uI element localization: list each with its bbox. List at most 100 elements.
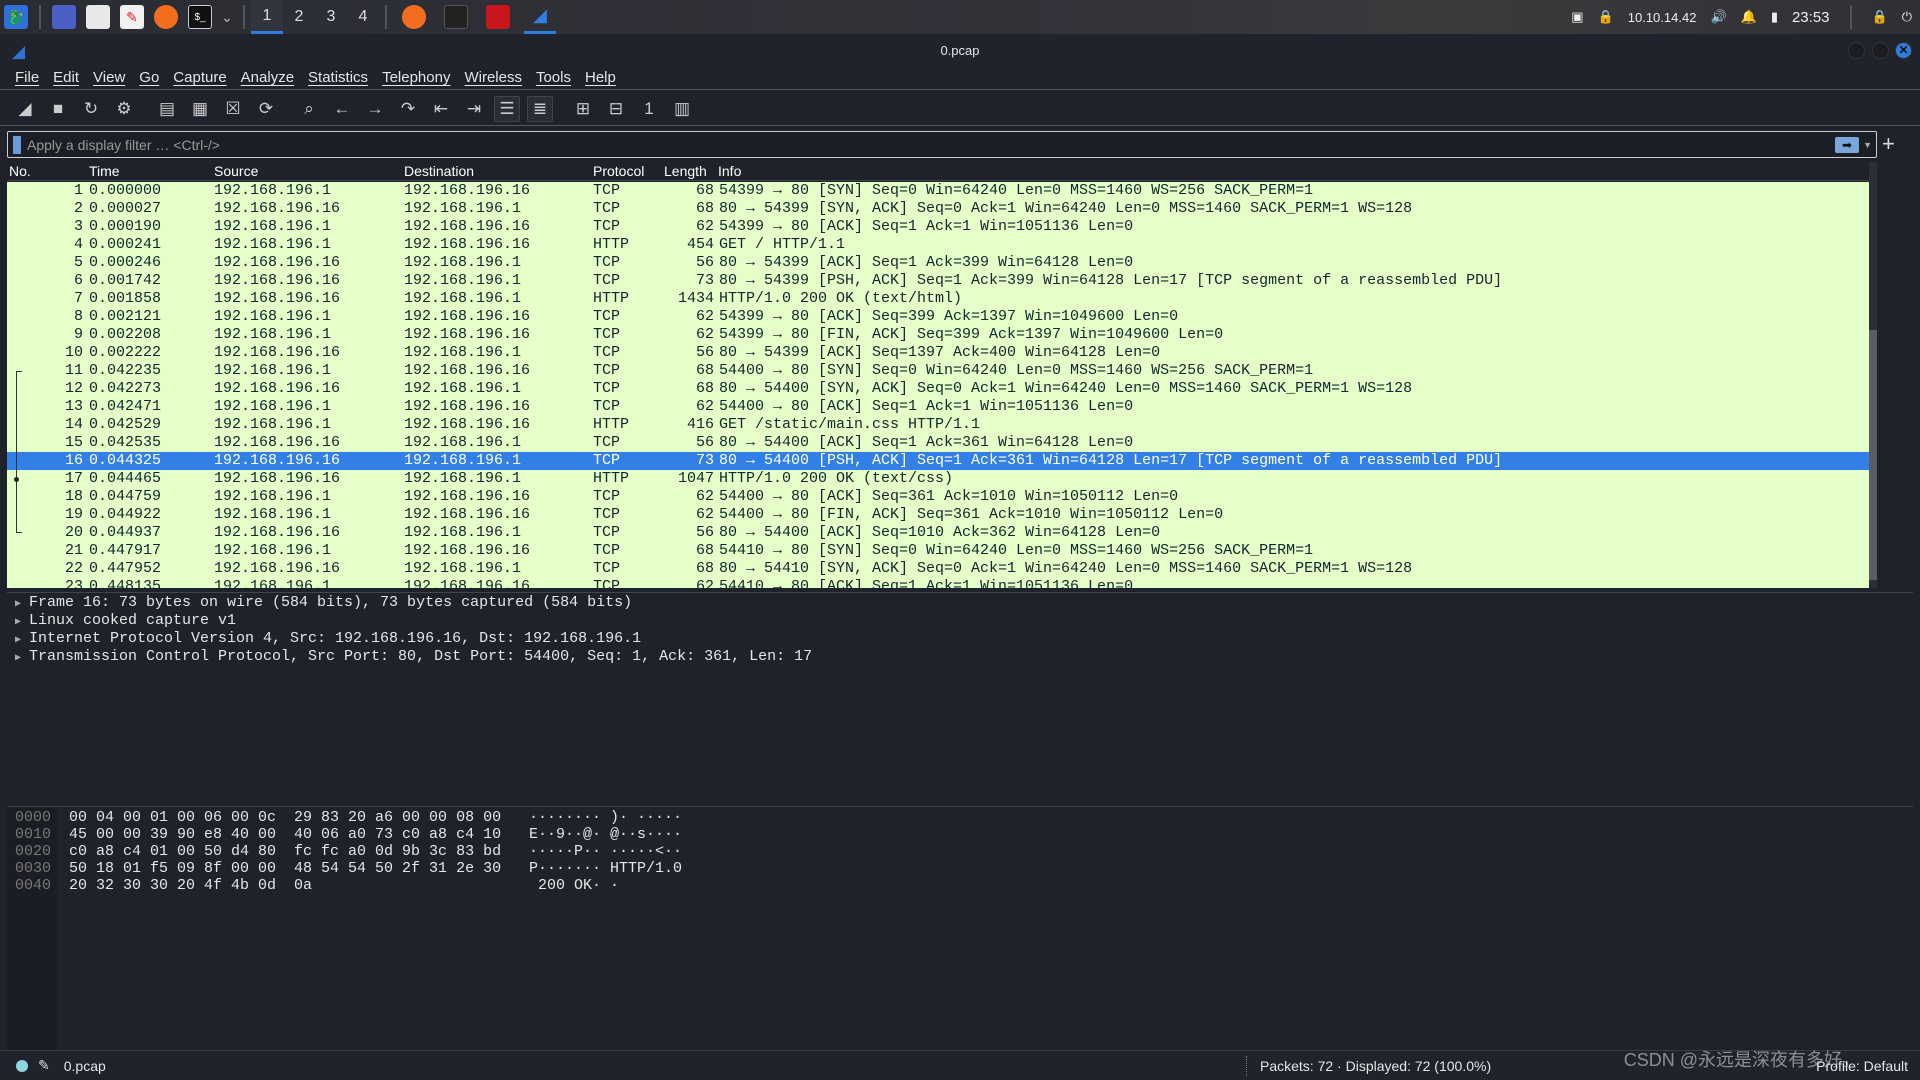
restart-icon[interactable]: ↻ — [78, 96, 104, 122]
hex-bytes[interactable]: 45 00 00 39 90 e8 40 00 40 06 a0 73 c0 a… — [69, 826, 501, 843]
hex-ascii[interactable]: E··9··@· @··s···· — [529, 826, 682, 843]
workspace-4[interactable]: 4 — [347, 0, 379, 34]
column-header-info[interactable]: Info — [718, 163, 741, 179]
packet-row[interactable]: 14 0.042529 192.168.196.1 192.168.196.16 HTT… — [7, 416, 1869, 434]
zoom-out-icon[interactable]: ⊟ — [603, 96, 629, 122]
minimize-button[interactable] — [1848, 42, 1865, 59]
battery-icon[interactable]: ▮ — [1771, 9, 1778, 25]
filter-history-dropdown-icon[interactable]: ▼ — [1863, 140, 1872, 150]
workspace-3[interactable]: 3 — [315, 0, 347, 34]
expert-info-indicator-icon[interactable] — [16, 1059, 28, 1072]
save-file-icon[interactable]: ▦ — [187, 96, 213, 122]
menu-go[interactable]: Go — [139, 69, 159, 86]
packet-row[interactable]: 19 0.044922 192.168.196.1 192.168.196.16 TCP… — [7, 506, 1869, 524]
expand-triangle-icon[interactable]: ▶ — [15, 650, 29, 668]
text-editor-icon[interactable]: ✎ — [120, 5, 144, 29]
column-header-length[interactable]: Length — [664, 163, 707, 179]
find-icon[interactable]: ⌕ — [296, 96, 322, 122]
vpn-lock-icon[interactable]: 🔒 — [1598, 9, 1614, 25]
menu-capture[interactable]: Capture — [173, 69, 226, 86]
back-arrow-icon[interactable]: ← — [329, 96, 355, 122]
add-filter-button[interactable]: + — [1882, 131, 1895, 157]
hex-offset[interactable]: 0010 — [15, 826, 51, 843]
packet-row[interactable]: 11 0.042235 192.168.196.1 192.168.196.16 TCP… — [7, 362, 1869, 380]
packet-row[interactable]: 18 0.044759 192.168.196.1 192.168.196.16 TCP… — [7, 488, 1869, 506]
hex-ascii[interactable]: 200 OK· · — [529, 877, 619, 894]
packet-row[interactable]: 9 0.002208 192.168.196.1 192.168.196.16 TCP 6… — [7, 326, 1869, 344]
menu-wireless[interactable]: Wireless — [464, 69, 522, 86]
kali-menu-icon[interactable]: 🐉 — [4, 5, 28, 29]
options-gear-icon[interactable]: ⚙ — [111, 96, 137, 122]
packet-row[interactable]: 21 0.447917 192.168.196.1 192.168.196.16 TCP… — [7, 542, 1869, 560]
resize-columns-icon[interactable]: ▥ — [669, 96, 695, 122]
go-to-packet-icon[interactable]: ↷ — [395, 96, 421, 122]
zoom-in-icon[interactable]: ⊞ — [570, 96, 596, 122]
open-file-icon[interactable]: ▤ — [154, 96, 180, 122]
hex-offset[interactable]: 0030 — [15, 860, 51, 877]
menu-statistics[interactable]: Statistics — [308, 69, 368, 86]
lock-screen-icon[interactable]: 🔒 — [1872, 9, 1888, 25]
packet-row[interactable]: 17 0.044465 192.168.196.16 192.168.196.1 HTT… — [7, 470, 1869, 488]
hex-offset[interactable]: 0000 — [15, 809, 51, 826]
colorize-icon[interactable]: ≣ — [527, 95, 553, 122]
chevron-down-icon[interactable]: ⌄ — [221, 5, 233, 29]
last-packet-icon[interactable]: ⇥ — [461, 96, 487, 122]
menu-tools[interactable]: Tools — [536, 69, 571, 86]
desktop-icon[interactable] — [52, 5, 76, 29]
clock[interactable]: 23:53 — [1792, 9, 1830, 26]
display-filter-input[interactable] — [21, 136, 1836, 153]
hex-bytes[interactable]: c0 a8 c4 01 00 50 d4 80 fc fc a0 0d 9b 3… — [69, 843, 501, 860]
logout-icon[interactable]: ⏻ — [1902, 9, 1912, 25]
terminal-window-icon[interactable] — [444, 5, 468, 29]
packet-row[interactable]: 2 0.000027 192.168.196.16 192.168.196.1 TCP 6… — [7, 200, 1869, 218]
volume-icon[interactable]: 🔊 — [1710, 9, 1726, 25]
packet-row[interactable]: 5 0.000246 192.168.196.16 192.168.196.1 TCP 5… — [7, 254, 1869, 272]
app-window-icon[interactable] — [486, 5, 510, 29]
hex-ascii[interactable]: P······· HTTP/1.0 — [529, 860, 682, 877]
packet-row[interactable]: 16 0.044325 192.168.196.16 192.168.196.1 TCP… — [7, 452, 1869, 470]
firefox-icon[interactable] — [154, 5, 178, 29]
packet-row[interactable]: 4 0.000241 192.168.196.1 192.168.196.16 HTTP… — [7, 236, 1869, 254]
column-header-source[interactable]: Source — [214, 163, 258, 179]
hex-ascii[interactable]: ········ )· ····· — [529, 809, 682, 826]
detail-tree-item[interactable]: ▶ Frame 16: 73 bytes on wire (584 bits), … — [15, 594, 632, 612]
hex-bytes[interactable]: 00 04 00 01 00 06 00 0c 29 83 20 a6 00 0… — [69, 809, 501, 826]
column-header-destination[interactable]: Destination — [404, 163, 474, 179]
shark-fin-start-icon[interactable]: ◢ — [12, 96, 38, 122]
packet-row[interactable]: 23 0.448135 192.168.196.1 192.168.196.16 TCP… — [7, 578, 1869, 588]
wireshark-window-icon[interactable]: ◢ — [524, 0, 556, 34]
hex-bytes[interactable]: 20 32 30 30 20 4f 4b 0d 0a — [69, 877, 312, 894]
menu-help[interactable]: Help — [585, 69, 616, 86]
apply-filter-arrow-icon[interactable]: ➡ — [1835, 136, 1860, 153]
hex-offset[interactable]: 0040 — [15, 877, 51, 894]
packet-row[interactable]: 10 0.002222 192.168.196.16 192.168.196.1 TCP… — [7, 344, 1869, 362]
scrollbar-thumb[interactable] — [1869, 330, 1877, 580]
menu-analyze[interactable]: Analyze — [241, 69, 294, 86]
workspace-2[interactable]: 2 — [283, 0, 315, 34]
close-file-icon[interactable]: ☒ — [220, 96, 246, 122]
packet-row[interactable]: 7 0.001858 192.168.196.16 192.168.196.1 HTTP… — [7, 290, 1869, 308]
packet-row[interactable]: 20 0.044937 192.168.196.16 192.168.196.1 TCP… — [7, 524, 1869, 542]
menu-edit[interactable]: Edit — [53, 69, 79, 86]
file-manager-icon[interactable] — [86, 5, 110, 29]
packet-row[interactable]: 22 0.447952 192.168.196.16 192.168.196.1 TCP… — [7, 560, 1869, 578]
column-header-time[interactable]: Time — [89, 163, 120, 179]
column-header-no[interactable]: No. — [9, 163, 31, 179]
packet-row[interactable]: 6 0.001742 192.168.196.16 192.168.196.1 TCP 7… — [7, 272, 1869, 290]
notification-bell-icon[interactable]: 🔔 — [1741, 9, 1757, 25]
stop-icon[interactable]: ■ — [45, 96, 71, 122]
packet-row[interactable]: 12 0.042273 192.168.196.16 192.168.196.1 TCP… — [7, 380, 1869, 398]
autoscroll-icon[interactable]: ☰ — [494, 95, 520, 122]
close-button[interactable]: ✕ — [1895, 42, 1912, 59]
firefox-window-icon[interactable] — [402, 5, 426, 29]
detail-tree-item[interactable]: ▶ Internet Protocol Version 4, Src: 192.1… — [15, 630, 641, 648]
packet-row[interactable]: 8 0.002121 192.168.196.1 192.168.196.16 TCP 6… — [7, 308, 1869, 326]
terminal-icon[interactable]: $_ — [188, 5, 212, 29]
detail-tree-item[interactable]: ▶ Linux cooked capture v1 — [15, 612, 236, 630]
packet-row[interactable]: 3 0.000190 192.168.196.1 192.168.196.16 TCP 6… — [7, 218, 1869, 236]
column-header-protocol[interactable]: Protocol — [593, 163, 644, 179]
menu-view[interactable]: View — [93, 69, 125, 86]
packet-row[interactable]: 1 0.000000 192.168.196.1 192.168.196.16 TCP 6… — [7, 182, 1869, 200]
capture-comment-icon[interactable]: ✎ — [38, 1057, 50, 1074]
hex-ascii[interactable]: ·····P·· ·····<·· — [529, 843, 682, 860]
